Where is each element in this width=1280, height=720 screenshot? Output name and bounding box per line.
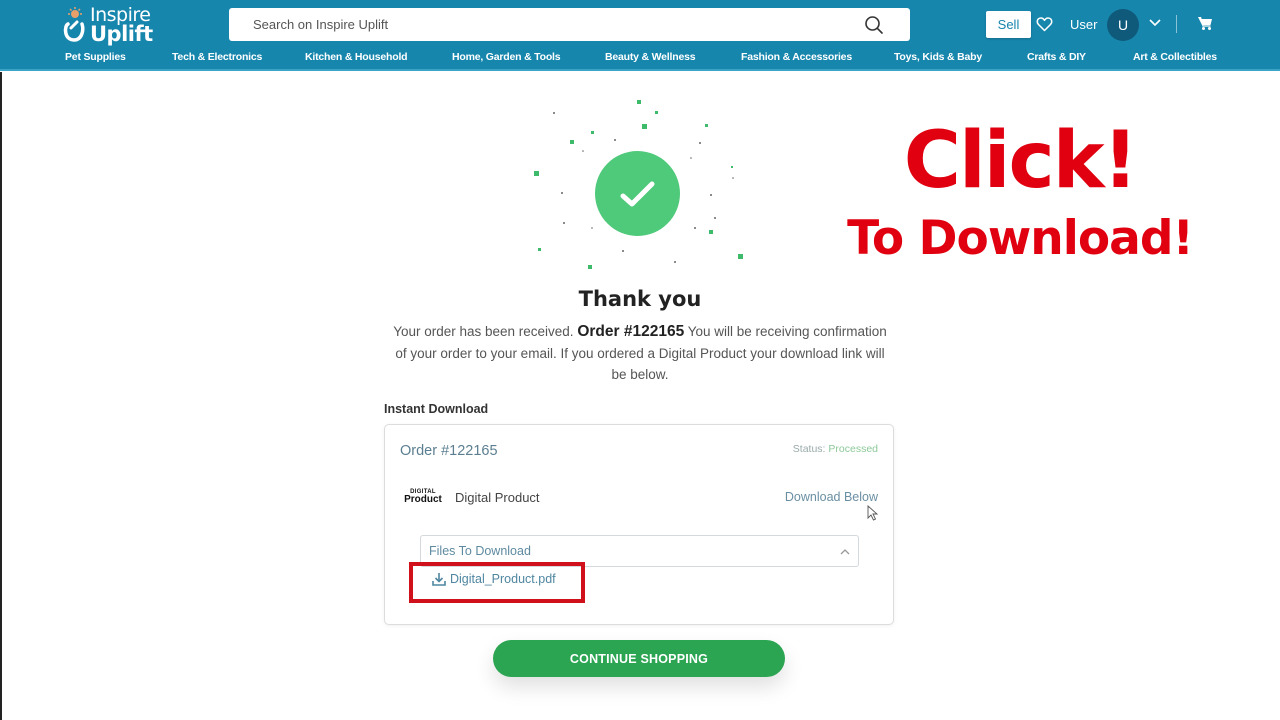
header-divider	[1176, 15, 1177, 33]
category-pet-supplies[interactable]: Pet Supplies	[65, 51, 126, 63]
category-beauty-wellness[interactable]: Beauty & Wellness	[605, 51, 696, 63]
message-intro: Your order has been received.	[393, 324, 574, 339]
continue-shopping-button[interactable]: CONTINUE SHOPPING	[493, 640, 785, 677]
instant-download-label: Instant Download	[384, 402, 489, 416]
category-art-collectibles[interactable]: Art & Collectibles	[1133, 51, 1217, 63]
status-label: Status:	[792, 443, 826, 455]
file-download-link[interactable]: Digital_Product.pdf	[431, 571, 556, 587]
overlay-click-text: Click!	[903, 116, 1138, 206]
status-value: Processed	[828, 443, 878, 455]
file-name: Digital_Product.pdf	[450, 572, 556, 586]
thumb-line2: Product	[404, 494, 442, 505]
category-home-garden-tools[interactable]: Home, Garden & Tools	[452, 51, 561, 63]
category-nav: Pet Supplies Tech & Electronics Kitchen …	[0, 51, 1280, 67]
window-left-edge	[0, 72, 2, 720]
logo-mark-icon	[63, 7, 85, 42]
confirmation-message: Your order has been received. Order #122…	[390, 321, 890, 386]
search-bar	[229, 8, 910, 41]
user-avatar[interactable]: U	[1107, 9, 1139, 41]
download-below-note: Download Below	[784, 490, 878, 504]
cart-icon[interactable]	[1197, 15, 1213, 31]
user-menu-label[interactable]: User	[1070, 17, 1097, 32]
category-tech-electronics[interactable]: Tech & Electronics	[172, 51, 262, 63]
checkmark-icon	[620, 181, 654, 206]
site-logo[interactable]: Inspire Uplift	[62, 2, 158, 46]
category-crafts-diy[interactable]: Crafts & DIY	[1027, 51, 1086, 63]
files-to-download-accordion[interactable]: Files To Download	[420, 535, 859, 567]
order-status: Status: Processed	[793, 443, 878, 455]
product-thumbnail: DIGITAL Product	[404, 487, 442, 507]
category-fashion-accessories[interactable]: Fashion & Accessories	[741, 51, 852, 63]
wishlist-heart-icon[interactable]	[1036, 16, 1053, 32]
success-check-badge	[595, 151, 680, 236]
product-name: Digital Product	[455, 490, 540, 505]
sell-button[interactable]: Sell	[986, 11, 1031, 38]
mouse-cursor-icon	[867, 505, 879, 521]
thank-you-heading: Thank you	[578, 287, 702, 311]
files-accordion-label: Files To Download	[429, 544, 531, 558]
order-card: Order #122165 Status: Processed DIGITAL …	[384, 424, 894, 625]
category-toys-kids-baby[interactable]: Toys, Kids & Baby	[894, 51, 982, 63]
top-header: Inspire Uplift Sell User U Pet Supplies …	[0, 0, 1280, 71]
chevron-up-icon[interactable]	[840, 548, 850, 555]
search-icon[interactable]	[864, 15, 884, 35]
search-input[interactable]	[229, 17, 864, 32]
download-icon	[432, 573, 446, 586]
overlay-to-download-text: To Download!	[847, 211, 1194, 266]
category-kitchen-household[interactable]: Kitchen & Household	[305, 51, 408, 63]
order-number-inline: Order #122165	[577, 323, 685, 340]
chevron-down-icon[interactable]	[1149, 19, 1161, 27]
logo-text-line2: Uplift	[90, 22, 153, 46]
order-number: Order #122165	[400, 443, 498, 459]
